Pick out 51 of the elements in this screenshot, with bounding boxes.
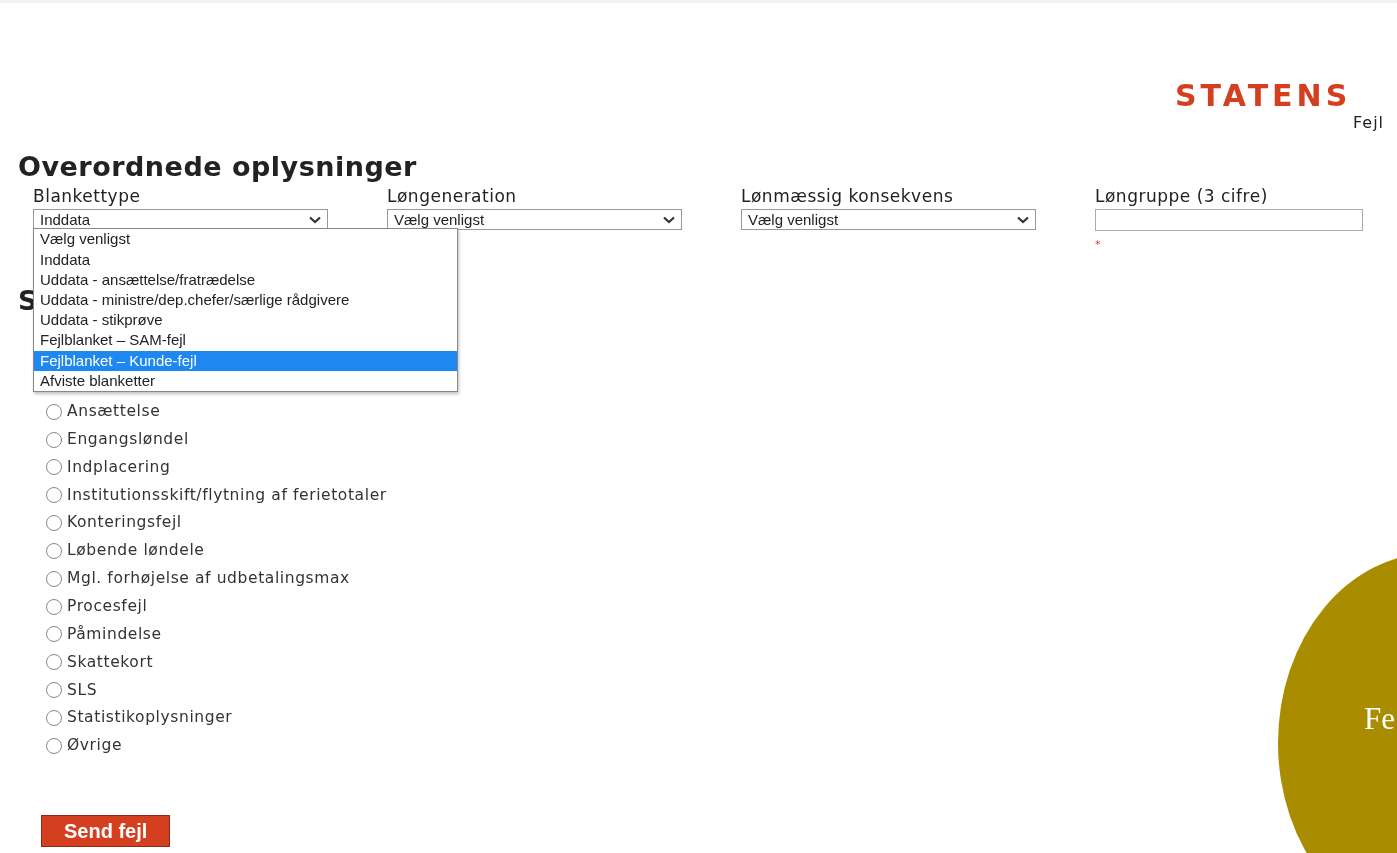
dropdown-option[interactable]: Fejlblanket – SAM-fejl xyxy=(34,330,457,351)
caret-icon xyxy=(663,215,675,224)
field-label: Løngruppe (3 cifre) xyxy=(1095,185,1268,208)
radio-button[interactable] xyxy=(46,403,62,420)
radio-button[interactable] xyxy=(46,737,62,754)
radio-label: Skattekort xyxy=(67,651,154,673)
field-label: Løngeneration xyxy=(387,185,517,208)
radio-label: Ansættelse xyxy=(67,401,161,423)
radio-label: Procesfejl xyxy=(67,596,148,617)
dropdown-option[interactable]: Uddata - stikprøve xyxy=(34,310,457,331)
radio-button[interactable] xyxy=(46,626,62,643)
radio-label: Konteringsfejl xyxy=(67,512,182,534)
radio-button[interactable] xyxy=(46,515,62,532)
radio-button[interactable] xyxy=(46,487,62,504)
caret-icon xyxy=(1017,215,1029,224)
radio-label: Løbende løndele xyxy=(67,540,205,562)
section-heading: Overordnede oplysninger xyxy=(18,151,417,184)
select-dropdown[interactable]: Inddata xyxy=(33,209,328,231)
radio-button[interactable] xyxy=(46,710,62,726)
caret-icon xyxy=(309,215,321,224)
send-button[interactable]: Send fejl xyxy=(41,814,171,847)
radio-button[interactable] xyxy=(46,542,62,559)
radio-label: Statistikoplysninger xyxy=(67,707,233,729)
field-label: Lønmæssig konsekvens xyxy=(741,185,954,208)
radio-label: Indplacering xyxy=(67,456,171,478)
logo-title: STATENS xyxy=(1175,81,1353,111)
radio-button[interactable] xyxy=(46,431,62,448)
radio-button[interactable] xyxy=(46,598,62,615)
radio-label: Mgl. forhøjelse af udbetalingsmax xyxy=(67,568,350,590)
dropdown-option[interactable]: Fejlblanket – Kunde-fejl xyxy=(34,350,457,371)
input-field[interactable] xyxy=(1095,209,1363,232)
required-mark: * xyxy=(1095,239,1101,251)
radio-button[interactable] xyxy=(46,459,62,476)
dropdown-option[interactable]: Vælg venligst xyxy=(34,229,457,250)
radio-label: SLS xyxy=(67,679,98,701)
dropdown-option[interactable]: Inddata xyxy=(34,249,457,270)
select-dropdown[interactable]: Vælg venligst xyxy=(741,209,1036,231)
logo-subtitle: Fejl xyxy=(1353,112,1385,134)
radio-button[interactable] xyxy=(46,654,62,671)
circle-text: Fe xyxy=(1364,703,1395,734)
select-dropdown[interactable]: Vælg venligst xyxy=(387,209,682,231)
field-label: Blankettype xyxy=(33,185,141,208)
dropdown-option[interactable]: Uddata - ansættelse/fratrædelse xyxy=(34,269,457,290)
radio-button[interactable] xyxy=(46,570,62,587)
radio-label: Påmindelse xyxy=(67,623,162,645)
radio-label: Institutionsskift/flytning af ferietotaler xyxy=(67,484,387,506)
dropdown-option[interactable]: Uddata - ministre/dep.chefer/særlige rådgivere xyxy=(34,290,457,311)
radio-label: Engangsløndel xyxy=(67,428,189,450)
radio-button[interactable] xyxy=(46,682,62,699)
radio-label: Øvrige xyxy=(67,735,123,757)
dropdown-option[interactable]: Afviste blanketter xyxy=(34,370,457,391)
